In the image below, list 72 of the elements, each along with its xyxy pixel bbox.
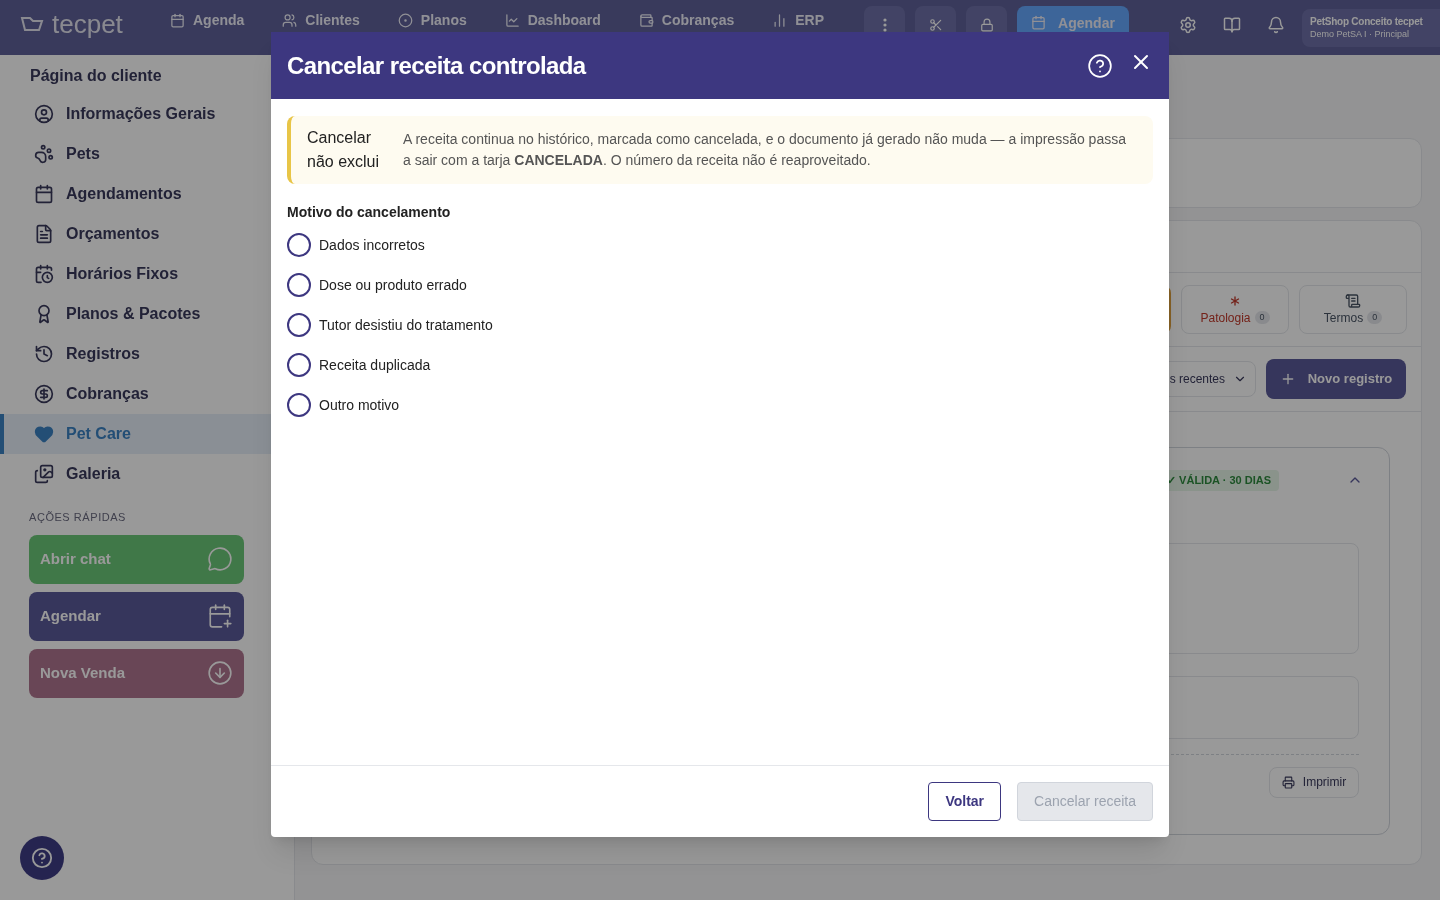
dialog-title: Cancelar receita controlada bbox=[287, 50, 586, 81]
radio-option[interactable]: Outro motivo bbox=[287, 385, 400, 425]
help-icon[interactable] bbox=[1087, 52, 1113, 79]
calendar-icon bbox=[170, 12, 185, 28]
chart-icon bbox=[504, 12, 520, 28]
section-label: AÇÕES RÁPIDAS bbox=[28, 510, 127, 525]
radio-option[interactable]: Dose ou produto errado bbox=[287, 265, 467, 305]
dollar-icon bbox=[34, 384, 54, 404]
circle-icon bbox=[397, 12, 413, 28]
nav-link[interactable]: Agenda bbox=[170, 12, 245, 28]
sidebar-item[interactable]: Agendamentos bbox=[0, 174, 271, 214]
document-icon bbox=[34, 224, 54, 244]
nav-link[interactable]: Dashboard bbox=[504, 12, 601, 28]
sidebar-item[interactable]: Orçamentos bbox=[0, 214, 271, 254]
notification-icon[interactable] bbox=[1267, 16, 1285, 34]
paw-icon bbox=[34, 144, 54, 164]
calendar-icon bbox=[1031, 15, 1047, 30]
logo-icon bbox=[20, 15, 44, 33]
people-icon bbox=[282, 12, 298, 28]
notice-text: A receita continua no histórico, marcada como cancelada, e o documento já gerado não muda — a impressão passa a sair com a tarja CANCELADA. O número da receita não é reaproveitado. bbox=[403, 130, 1127, 170]
sidebar-title: Página do cliente bbox=[29, 66, 163, 84]
nav-link[interactable]: Clientes bbox=[282, 12, 360, 28]
help-icon bbox=[31, 847, 53, 869]
count-badge: 0 bbox=[1367, 310, 1383, 325]
back-button[interactable]: Voltar bbox=[928, 782, 1002, 821]
bar-chart-icon bbox=[772, 12, 788, 28]
sidebar-item[interactable]: Registros bbox=[0, 334, 271, 374]
notice-title: Cancelar não exclui bbox=[307, 128, 381, 172]
radio-button[interactable] bbox=[287, 393, 311, 417]
user-icon bbox=[34, 104, 54, 124]
images-icon bbox=[34, 464, 54, 484]
history-icon bbox=[34, 344, 54, 364]
document-icon bbox=[1345, 292, 1361, 309]
chat-icon bbox=[207, 546, 233, 572]
logo: tecpet bbox=[52, 11, 123, 37]
field-label: Motivo do cancelamento bbox=[287, 203, 452, 222]
quick-action-button[interactable]: Agendar bbox=[29, 591, 244, 641]
settings-icon[interactable] bbox=[1179, 16, 1197, 34]
radio-option[interactable]: Dados incorretos bbox=[287, 225, 425, 265]
sidebar-item[interactable]: Horários Fixos bbox=[0, 254, 271, 294]
shop-name: PetShop Conceito tecpet bbox=[1310, 16, 1424, 29]
record-tab[interactable]: Patologia 0 bbox=[1181, 285, 1289, 334]
radio-option[interactable]: Receita duplicada bbox=[287, 345, 431, 385]
nav-link[interactable]: ERP bbox=[772, 12, 824, 28]
radio-button[interactable] bbox=[287, 233, 311, 257]
printer-icon bbox=[1281, 775, 1295, 789]
quick-action-button[interactable]: Nova Venda bbox=[29, 648, 244, 698]
sidebar-item[interactable]: Pets bbox=[0, 134, 271, 174]
nav-link[interactable]: Cobranças bbox=[638, 12, 735, 28]
sidebar-item[interactable]: Informações Gerais bbox=[0, 94, 271, 134]
calendar-plus-icon bbox=[207, 603, 233, 629]
radio-button[interactable] bbox=[287, 273, 311, 297]
lock-icon bbox=[979, 18, 994, 32]
sidebar-item[interactable]: Galeria bbox=[0, 454, 271, 494]
sidebar-item[interactable]: Planos & Pacotes bbox=[0, 294, 271, 334]
calendar-clock-icon bbox=[34, 264, 54, 284]
radio-option[interactable]: Tutor desistiu do tratamento bbox=[287, 305, 493, 345]
calendar-icon bbox=[34, 184, 54, 204]
book-icon[interactable] bbox=[1223, 16, 1241, 34]
scissors-icon bbox=[928, 18, 943, 32]
more-icon bbox=[882, 18, 887, 32]
new-record-button[interactable]: Novo registro bbox=[1266, 359, 1406, 399]
help-button[interactable] bbox=[20, 836, 64, 880]
wallet-icon bbox=[638, 12, 654, 28]
print-button[interactable]: Imprimir bbox=[1269, 766, 1359, 798]
radio-button[interactable] bbox=[287, 353, 311, 377]
radio-button[interactable] bbox=[287, 313, 311, 337]
sidebar-item[interactable]: Cobranças bbox=[0, 374, 271, 414]
nav-link[interactable]: Planos bbox=[397, 12, 467, 28]
record-tab[interactable]: Termos 0 bbox=[1299, 285, 1407, 334]
heart-icon bbox=[34, 424, 54, 444]
count-badge: 0 bbox=[1254, 310, 1270, 325]
